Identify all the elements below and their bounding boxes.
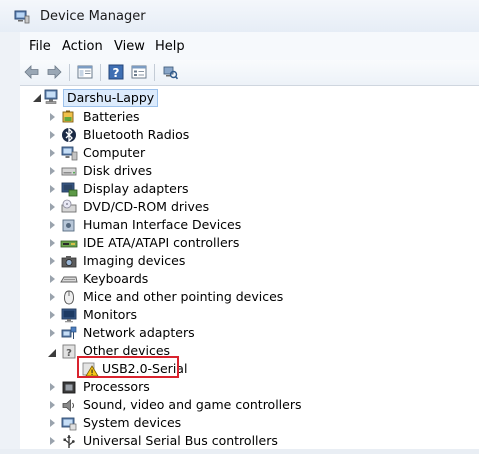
tree-category-row[interactable]: Imaging devices (21, 252, 461, 270)
tree-category-row[interactable]: Mice and other pointing devices (21, 288, 461, 306)
tree-category-label[interactable]: Disk drives (83, 163, 152, 179)
tree-category-row[interactable]: Disk drives (21, 162, 461, 180)
tree-category-row[interactable]: Monitors (21, 306, 461, 324)
tree-category-label[interactable]: Batteries (83, 109, 140, 125)
tree-category-label[interactable]: Imaging devices (83, 253, 185, 269)
tree-category-row[interactable]: Computer (21, 144, 461, 162)
bluetooth-icon (62, 127, 76, 143)
expand-arrow-icon[interactable] (50, 239, 55, 247)
expand-arrow-icon[interactable] (50, 257, 55, 265)
window-title: Device Manager (40, 9, 146, 24)
hid-icon (62, 219, 75, 232)
tree-category-row[interactable]: Bluetooth Radios (21, 126, 461, 144)
menu-action[interactable]: Action (62, 39, 103, 54)
expand-arrow-icon[interactable] (50, 437, 55, 445)
tree-category-label[interactable]: Mice and other pointing devices (83, 289, 283, 305)
properties-icon[interactable] (130, 63, 148, 81)
collapse-arrow-icon[interactable] (33, 94, 41, 102)
toolbar-separator (154, 64, 155, 81)
display-adapter-icon (61, 182, 78, 197)
tree-category-label[interactable]: Keyboards (83, 271, 148, 287)
device-manager-window: Device Manager File Action View Help ? D… (0, 0, 479, 454)
tree-category-row[interactable]: Batteries (21, 108, 461, 126)
tree-category-label[interactable]: Computer (83, 145, 145, 161)
help-icon[interactable]: ? (107, 63, 125, 81)
highlight-box (77, 356, 179, 378)
keyboard-icon (60, 276, 78, 283)
window-bottom-edge (0, 449, 479, 454)
toolbar-separator (69, 64, 70, 81)
mouse-icon (64, 290, 74, 305)
menu-help[interactable]: Help (155, 39, 185, 54)
tree-category-row[interactable]: DVD/CD-ROM drives (21, 198, 461, 216)
monitor-icon (61, 308, 77, 323)
menu-view[interactable]: View (114, 39, 145, 54)
title-bar[interactable]: Device Manager (0, 0, 479, 33)
tree-category-label[interactable]: Bluetooth Radios (83, 127, 189, 143)
tree-category-label[interactable]: IDE ATA/ATAPI controllers (83, 235, 239, 251)
expand-arrow-icon[interactable] (50, 203, 55, 211)
tree-category-label[interactable]: Sound, video and game controllers (83, 397, 302, 413)
computer-icon (61, 146, 78, 161)
tree-category-label[interactable]: DVD/CD-ROM drives (83, 199, 209, 215)
tree-category-label[interactable]: Display adapters (83, 181, 188, 197)
tree-category-row[interactable]: Display adapters (21, 180, 461, 198)
expand-arrow-icon[interactable] (50, 149, 55, 157)
expand-arrow-icon[interactable] (50, 401, 55, 409)
toolbar-separator (100, 64, 101, 81)
menu-file[interactable]: File (29, 39, 51, 54)
expand-arrow-icon[interactable] (50, 329, 55, 337)
unknown-device-icon: ? (62, 344, 76, 359)
scan-hardware-icon[interactable] (161, 63, 179, 81)
tree-category-row[interactable]: System devices (21, 414, 461, 432)
back-arrow-icon[interactable] (23, 63, 41, 81)
tree-category-label[interactable]: Network adapters (83, 325, 195, 341)
tree-root-label[interactable]: Darshu-Lappy (63, 89, 159, 107)
tree-category-label[interactable]: Human Interface Devices (83, 217, 241, 233)
tree-category-label[interactable]: Processors (83, 379, 150, 395)
dvd-drive-icon (61, 199, 77, 213)
forward-arrow-icon[interactable] (45, 63, 63, 81)
expand-arrow-icon[interactable] (50, 167, 55, 175)
expand-arrow-icon[interactable] (50, 383, 55, 391)
computer-icon (44, 89, 58, 104)
svg-text:?: ? (113, 66, 120, 80)
expand-arrow-icon[interactable] (50, 185, 55, 193)
toolbar: ? (20, 60, 479, 86)
expand-arrow-icon[interactable] (50, 419, 55, 427)
expand-arrow-icon[interactable] (50, 221, 55, 229)
expand-arrow-icon[interactable] (50, 275, 55, 283)
processor-icon (62, 381, 76, 394)
speaker-icon (62, 399, 74, 412)
tree-category-row[interactable]: Network adapters (21, 324, 461, 342)
tree-category-row[interactable]: Processors (21, 378, 461, 396)
window-left-frame (0, 32, 20, 454)
device-tree: Darshu-Lappy Batteries Bluetooth Radios Co… (21, 86, 479, 454)
tree-category-row[interactable]: Universal Serial Bus controllers (21, 432, 461, 450)
tree-category-label[interactable]: Monitors (83, 307, 137, 323)
expand-arrow-icon[interactable] (50, 293, 55, 301)
disk-drive-icon (61, 167, 77, 176)
device-manager-icon (14, 10, 30, 24)
tree-category-row[interactable]: Human Interface Devices (21, 216, 461, 234)
ide-controller-icon (60, 240, 78, 248)
battery-icon (62, 110, 74, 123)
network-adapter-icon (61, 326, 77, 339)
camera-icon (61, 256, 77, 268)
menu-bar: File Action View Help (20, 32, 479, 61)
expand-arrow-icon[interactable] (50, 311, 55, 319)
usb-icon (63, 435, 75, 448)
tree-category-label[interactable]: Universal Serial Bus controllers (83, 433, 278, 449)
expand-arrow-icon[interactable] (50, 113, 55, 121)
show-hide-console-tree-icon[interactable] (76, 63, 94, 81)
tree-category-row[interactable]: Keyboards (21, 270, 461, 288)
collapse-arrow-icon[interactable] (48, 349, 56, 357)
tree-category-row[interactable]: IDE ATA/ATAPI controllers (21, 234, 461, 252)
svg-text:?: ? (66, 348, 72, 359)
tree-category-row[interactable]: Sound, video and game controllers (21, 396, 461, 414)
expand-arrow-icon[interactable] (50, 131, 55, 139)
system-device-icon (61, 417, 77, 431)
tree-category-label[interactable]: System devices (83, 415, 181, 431)
